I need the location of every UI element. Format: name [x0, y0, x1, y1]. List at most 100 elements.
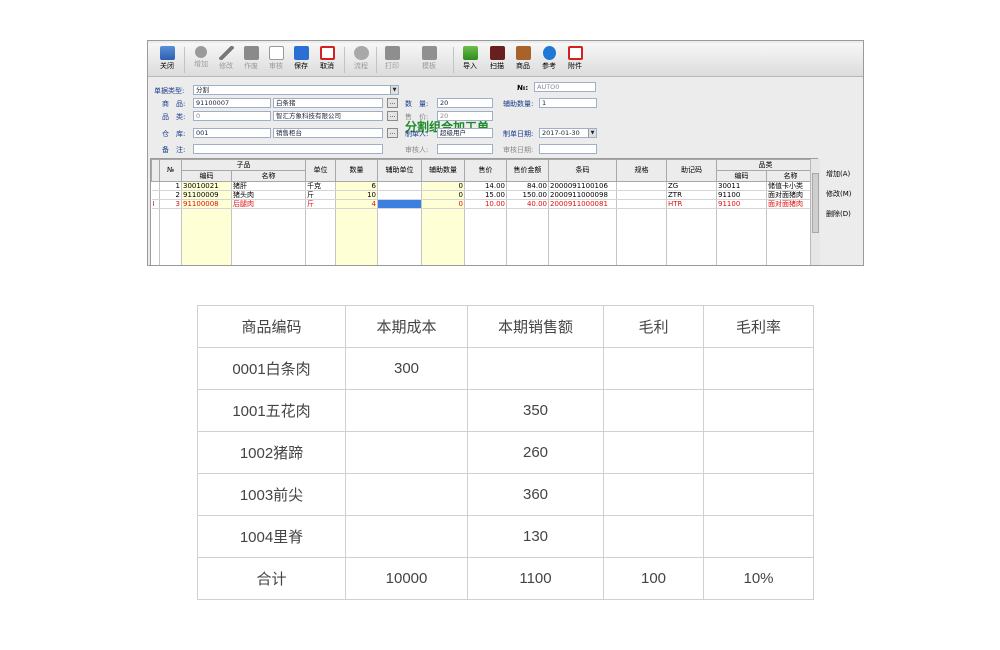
- cell-cat-name[interactable]: 面对面猪肉: [766, 190, 815, 200]
- make-date-label: 制单日期:: [503, 130, 534, 138]
- cell-qty[interactable]: 4: [335, 199, 378, 209]
- aux-qty-field[interactable]: 1: [539, 98, 597, 108]
- cell-aux-qty[interactable]: 0: [421, 190, 465, 200]
- goods-name-field[interactable]: 白条猪: [273, 98, 383, 108]
- price-field[interactable]: 20: [437, 111, 493, 121]
- cell-spec[interactable]: [616, 199, 667, 209]
- cancel-button[interactable]: 取消: [314, 45, 340, 75]
- cell-price[interactable]: 10.00: [464, 199, 507, 209]
- make-date-picker[interactable]: 2017-01-30 ▼: [539, 128, 597, 138]
- scan-button[interactable]: 扫描: [484, 45, 510, 75]
- import-button[interactable]: 导入: [457, 45, 483, 75]
- report-header-margin: 毛利率: [703, 305, 814, 348]
- print-button[interactable]: 打印: [379, 45, 405, 75]
- cell-amount[interactable]: 84.00: [506, 181, 549, 191]
- cell-unit[interactable]: 斤: [305, 190, 336, 200]
- reference-button[interactable]: 参考: [536, 45, 562, 75]
- remark-field[interactable]: [193, 144, 383, 154]
- cell-barcode[interactable]: 2000091100106: [548, 181, 617, 191]
- cell-name[interactable]: 猪肝: [231, 181, 306, 191]
- scrollbar-thumb[interactable]: [812, 173, 819, 233]
- audit-date-field[interactable]: [539, 144, 597, 154]
- save-button[interactable]: 保存: [288, 45, 314, 75]
- report-header-gross-profit: 毛利: [603, 305, 704, 348]
- auditor-field[interactable]: [437, 144, 493, 154]
- cell-cat-code[interactable]: 30011: [716, 181, 767, 191]
- cell-cat-name[interactable]: 面对面猪肉: [766, 199, 815, 209]
- cell-unit[interactable]: 斤: [305, 199, 336, 209]
- cell-code[interactable]: 91100008: [181, 199, 232, 209]
- goods-code-field[interactable]: 91100007: [193, 98, 271, 108]
- grid-header-spec: 规格: [616, 159, 667, 182]
- report-cell: 10%: [703, 557, 814, 600]
- cell-cat-code[interactable]: 91100: [716, 190, 767, 200]
- cell-qty[interactable]: 10: [335, 190, 378, 200]
- goods-lookup-button[interactable]: ...: [387, 98, 398, 108]
- grid-header-unit: 单位: [305, 159, 336, 182]
- grid-header-aux-unit: 辅助单位: [377, 159, 422, 182]
- cell-mnemonic[interactable]: ZG: [666, 181, 717, 191]
- row-add-button[interactable]: 增加(A): [826, 169, 850, 179]
- cell-mnemonic[interactable]: ZTR: [666, 190, 717, 200]
- row-edit-button[interactable]: 修改(M): [826, 189, 852, 199]
- edit-button[interactable]: 修改: [213, 45, 239, 75]
- cell-name[interactable]: 猪头肉: [231, 190, 306, 200]
- row-delete-button[interactable]: 删除(D): [826, 209, 851, 219]
- table-row[interactable]: 1 30010021 猪肝 千克 6 0 14.00 84.00 2000091…: [151, 181, 815, 191]
- doc-no-field[interactable]: AUTO0: [534, 82, 596, 92]
- table-row-selected[interactable]: I 3 91100008 后腿肉 斤 4 0 10.00 40.00 20009…: [151, 199, 815, 209]
- cell-price[interactable]: 15.00: [464, 190, 507, 200]
- report-cell: 0001白条肉: [197, 347, 346, 390]
- cell-aux-unit[interactable]: [377, 181, 422, 191]
- cell-unit[interactable]: 千克: [305, 181, 336, 191]
- warehouse-code-field[interactable]: 001: [193, 128, 271, 138]
- cell-aux-qty[interactable]: 0: [421, 181, 465, 191]
- warehouse-label: 仓 库:: [162, 130, 186, 138]
- table-row[interactable]: 2 91100009 猪头肉 斤 10 0 15.00 150.00 20009…: [151, 190, 815, 200]
- cell-price[interactable]: 14.00: [464, 181, 507, 191]
- category-code-field[interactable]: 0: [193, 111, 271, 121]
- cell-name[interactable]: 后腿肉: [231, 199, 306, 209]
- cell-code[interactable]: 91100009: [181, 190, 232, 200]
- cell-barcode[interactable]: 2000911000081: [548, 199, 617, 209]
- cell-amount[interactable]: 40.00: [506, 199, 549, 209]
- close-button[interactable]: 关闭: [154, 45, 180, 75]
- flow-button[interactable]: 流程: [348, 45, 374, 75]
- warehouse-name-field[interactable]: 销售柜台: [273, 128, 383, 138]
- grid-scrollbar[interactable]: [810, 159, 820, 265]
- goods-button[interactable]: 商品: [510, 45, 536, 75]
- cell-aux-unit-active[interactable]: [377, 199, 422, 209]
- add-button[interactable]: 增加: [188, 45, 214, 75]
- category-lookup-button[interactable]: ...: [387, 111, 398, 121]
- doc-type-select[interactable]: 分割 ▼: [193, 85, 399, 95]
- chevron-down-icon: ▼: [390, 86, 398, 94]
- audit-button[interactable]: 审核: [263, 45, 289, 75]
- maker-field[interactable]: 超级用户: [437, 128, 493, 138]
- cell-qty[interactable]: 6: [335, 181, 378, 191]
- template-button[interactable]: 模板: [416, 45, 442, 75]
- warehouse-lookup-button[interactable]: ...: [387, 128, 398, 138]
- cell-mnemonic[interactable]: HTR: [666, 199, 717, 209]
- report-row: 1002猪蹄 260: [197, 431, 814, 474]
- cell-spec[interactable]: [616, 181, 667, 191]
- cell-cat-name[interactable]: 储值卡小类: [766, 181, 815, 191]
- cell-code[interactable]: 30010021: [181, 181, 232, 191]
- cell-barcode[interactable]: 2000911000098: [548, 190, 617, 200]
- profit-report-table: 商品编码 本期成本 本期销售额 毛利 毛利率 0001白条肉 300 1001五…: [197, 305, 814, 600]
- printer-icon: [384, 46, 400, 60]
- qty-field[interactable]: 20: [437, 98, 493, 108]
- category-name-field[interactable]: 智汇方象科技有限公司: [273, 111, 383, 121]
- cell-amount[interactable]: 150.00: [506, 190, 549, 200]
- report-cell: [703, 431, 814, 474]
- cell-aux-qty[interactable]: 0: [421, 199, 465, 209]
- cell-aux-unit[interactable]: [377, 190, 422, 200]
- attachment-button[interactable]: 附件: [562, 45, 588, 75]
- grid-header-marker: [151, 159, 160, 182]
- chevron-down-icon: ▼: [588, 129, 596, 137]
- grid-header-no: №: [159, 159, 182, 182]
- grid-header-amount: 售价金额: [506, 159, 549, 182]
- cell-spec[interactable]: [616, 190, 667, 200]
- void-button[interactable]: 作废: [238, 45, 264, 75]
- cell-cat-code[interactable]: 91100: [716, 199, 767, 209]
- report-cell: 350: [467, 389, 604, 432]
